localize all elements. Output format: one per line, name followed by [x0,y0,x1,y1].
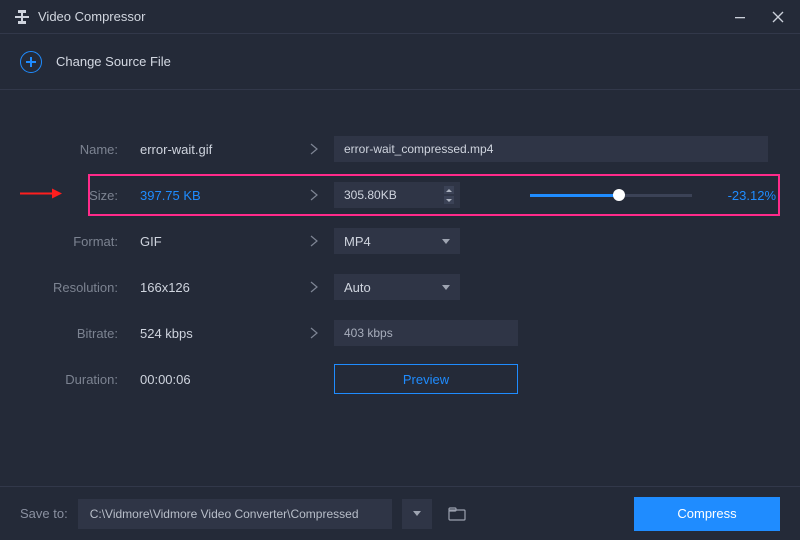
row-resolution: Resolution: 166x126 Auto [0,264,800,310]
footer: Save to: C:\Vidmore\Vidmore Video Conver… [0,486,800,540]
source-format: GIF [126,234,294,249]
change-source-link[interactable]: Change Source File [56,54,171,69]
source-resolution: 166x126 [126,280,294,295]
slider-thumb[interactable] [613,189,625,201]
row-bitrate: Bitrate: 524 kbps 403 kbps [0,310,800,356]
output-name-input[interactable] [334,136,768,162]
arrow-icon [294,142,334,156]
chevron-down-icon [413,511,421,516]
open-folder-button[interactable] [446,503,468,525]
resolution-select[interactable]: Auto [334,274,460,300]
target-size-value: 305.80KB [344,188,397,202]
source-bitrate: 524 kbps [126,326,294,341]
chevron-down-icon [442,239,450,244]
row-duration: Duration: 00:00:06 Preview [0,356,800,402]
add-source-icon[interactable] [20,51,42,73]
save-to-label: Save to: [20,506,68,521]
size-percent: -23.12% [712,188,776,203]
label-name: Name: [0,142,126,157]
minimize-button[interactable] [732,9,748,25]
size-step-down[interactable] [444,196,454,204]
compress-button[interactable]: Compress [634,497,780,531]
source-size: 397.75 KB [126,188,294,203]
app-logo-icon [14,9,30,25]
source-name: error-wait.gif [126,142,294,157]
window-title: Video Compressor [38,9,145,24]
close-button[interactable] [770,9,786,25]
size-slider[interactable] [530,183,692,207]
format-select-value: MP4 [344,234,371,249]
format-select[interactable]: MP4 [334,228,460,254]
window-controls [732,9,786,25]
chevron-down-icon [442,285,450,290]
label-duration: Duration: [0,372,126,387]
titlebar: Video Compressor [0,0,800,34]
arrow-icon [294,188,334,202]
annotation-arrow-icon [18,187,62,204]
label-format: Format: [0,234,126,249]
target-bitrate: 403 kbps [334,320,518,346]
source-duration: 00:00:06 [126,372,294,387]
size-step-up[interactable] [444,186,454,194]
resolution-select-value: Auto [344,280,371,295]
arrow-icon [294,326,334,340]
arrow-icon [294,234,334,248]
save-path-dropdown[interactable] [402,499,432,529]
preview-button[interactable]: Preview [334,364,518,394]
save-path-display[interactable]: C:\Vidmore\Vidmore Video Converter\Compr… [78,499,392,529]
label-bitrate: Bitrate: [0,326,126,341]
target-size-stepper[interactable]: 305.80KB [334,182,460,208]
row-size: Size: 397.75 KB 305.80KB -23.12% [0,172,800,218]
label-resolution: Resolution: [0,280,126,295]
row-name: Name: error-wait.gif [0,126,800,172]
row-format: Format: GIF MP4 [0,218,800,264]
change-source-bar: Change Source File [0,34,800,90]
settings-panel: Name: error-wait.gif Size: 397.75 KB 305… [0,90,800,402]
arrow-icon [294,280,334,294]
save-path-value: C:\Vidmore\Vidmore Video Converter\Compr… [90,507,359,521]
